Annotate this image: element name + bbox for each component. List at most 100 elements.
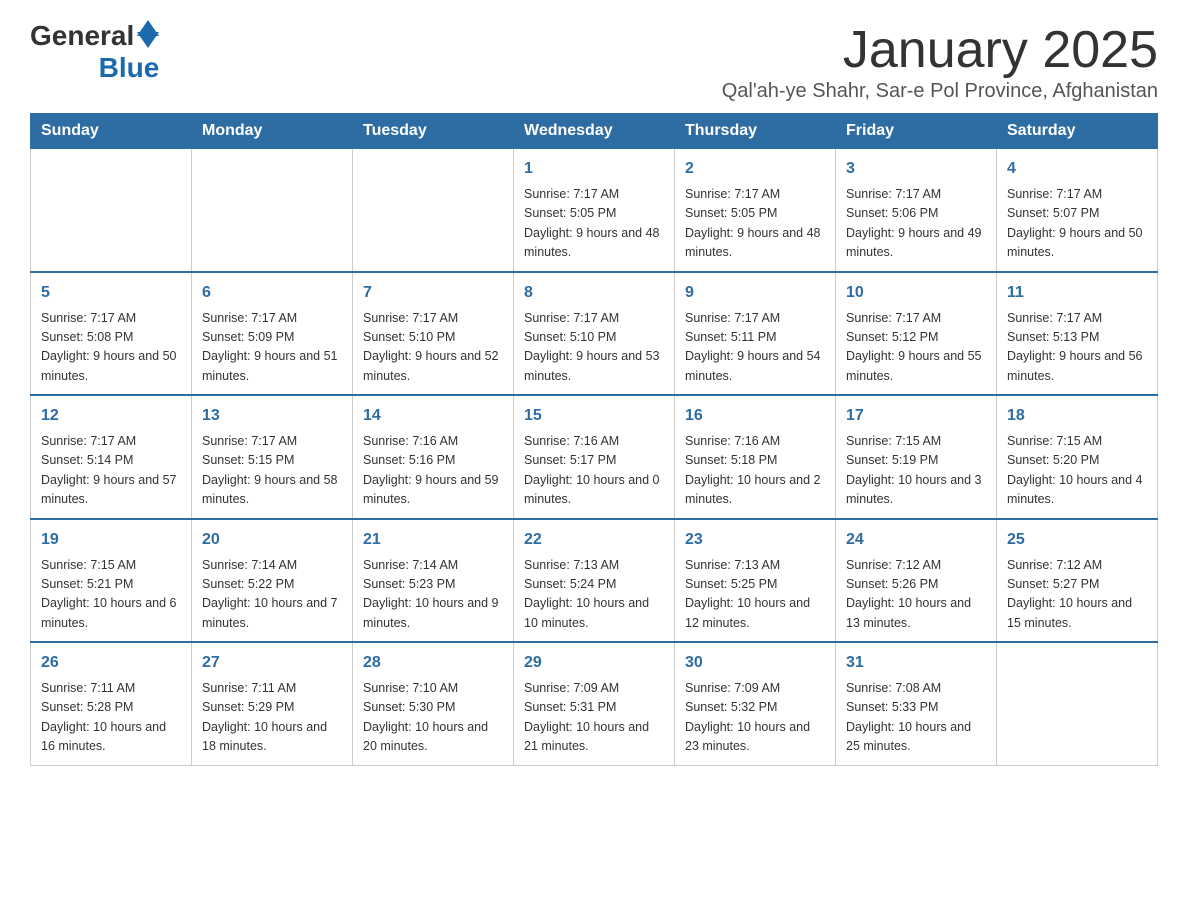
day-info: Sunrise: 7:15 AM Sunset: 5:20 PM Dayligh… bbox=[1007, 432, 1147, 510]
day-number: 30 bbox=[685, 651, 825, 675]
calendar-cell: 22 Sunrise: 7:13 AM Sunset: 5:24 PM Dayli… bbox=[514, 519, 675, 643]
day-number: 14 bbox=[363, 404, 503, 428]
day-info: Sunrise: 7:16 AM Sunset: 5:17 PM Dayligh… bbox=[524, 432, 664, 510]
calendar-cell: 4 Sunrise: 7:17 AM Sunset: 5:07 PM Daylig… bbox=[997, 149, 1158, 272]
day-info: Sunrise: 7:17 AM Sunset: 5:14 PM Dayligh… bbox=[41, 432, 181, 510]
weekday-header-monday: Monday bbox=[192, 114, 353, 149]
day-info: Sunrise: 7:17 AM Sunset: 5:07 PM Dayligh… bbox=[1007, 185, 1147, 263]
day-info: Sunrise: 7:17 AM Sunset: 5:10 PM Dayligh… bbox=[524, 309, 664, 387]
logo-general-text: General bbox=[30, 20, 134, 52]
logo-blue-text: Blue bbox=[99, 52, 160, 83]
day-number: 31 bbox=[846, 651, 986, 675]
calendar-cell: 23 Sunrise: 7:13 AM Sunset: 5:25 PM Dayli… bbox=[675, 519, 836, 643]
day-info: Sunrise: 7:16 AM Sunset: 5:18 PM Dayligh… bbox=[685, 432, 825, 510]
day-number: 15 bbox=[524, 404, 664, 428]
calendar-cell: 21 Sunrise: 7:14 AM Sunset: 5:23 PM Dayli… bbox=[353, 519, 514, 643]
day-info: Sunrise: 7:17 AM Sunset: 5:12 PM Dayligh… bbox=[846, 309, 986, 387]
day-info: Sunrise: 7:09 AM Sunset: 5:31 PM Dayligh… bbox=[524, 679, 664, 757]
calendar-cell bbox=[997, 642, 1158, 765]
weekday-header-wednesday: Wednesday bbox=[514, 114, 675, 149]
day-number: 12 bbox=[41, 404, 181, 428]
calendar-cell: 26Sunrise: 7:11 AM Sunset: 5:28 PM Dayli… bbox=[31, 642, 192, 765]
calendar-cell: 18 Sunrise: 7:15 AM Sunset: 5:20 PM Dayli… bbox=[997, 395, 1158, 519]
weekday-header-sunday: Sunday bbox=[31, 114, 192, 149]
page-header: General Blue January 2025 Qal'ah-ye Shah… bbox=[30, 20, 1158, 103]
location-title: Qal'ah-ye Shahr, Sar-e Pol Province, Afg… bbox=[722, 80, 1158, 103]
day-number: 24 bbox=[846, 528, 986, 552]
day-info: Sunrise: 7:17 AM Sunset: 5:11 PM Dayligh… bbox=[685, 309, 825, 387]
calendar-cell: 28 Sunrise: 7:10 AM Sunset: 5:30 PM Dayli… bbox=[353, 642, 514, 765]
calendar-cell: 30 Sunrise: 7:09 AM Sunset: 5:32 PM Dayli… bbox=[675, 642, 836, 765]
calendar-cell: 14 Sunrise: 7:16 AM Sunset: 5:16 PM Dayli… bbox=[353, 395, 514, 519]
calendar-cell: 1 Sunrise: 7:17 AM Sunset: 5:05 PM Daylig… bbox=[514, 149, 675, 272]
day-number: 25 bbox=[1007, 528, 1147, 552]
calendar-row-3: 19Sunrise: 7:15 AM Sunset: 5:21 PM Dayli… bbox=[31, 519, 1158, 643]
day-number: 28 bbox=[363, 651, 503, 675]
day-info: Sunrise: 7:12 AM Sunset: 5:26 PM Dayligh… bbox=[846, 556, 986, 634]
day-info: Sunrise: 7:14 AM Sunset: 5:23 PM Dayligh… bbox=[363, 556, 503, 634]
calendar-cell: 10Sunrise: 7:17 AM Sunset: 5:12 PM Dayli… bbox=[836, 272, 997, 396]
day-info: Sunrise: 7:15 AM Sunset: 5:19 PM Dayligh… bbox=[846, 432, 986, 510]
day-info: Sunrise: 7:17 AM Sunset: 5:13 PM Dayligh… bbox=[1007, 309, 1147, 387]
day-info: Sunrise: 7:17 AM Sunset: 5:09 PM Dayligh… bbox=[202, 309, 342, 387]
day-info: Sunrise: 7:13 AM Sunset: 5:24 PM Dayligh… bbox=[524, 556, 664, 634]
day-number: 21 bbox=[363, 528, 503, 552]
calendar-cell: 5 Sunrise: 7:17 AM Sunset: 5:08 PM Daylig… bbox=[31, 272, 192, 396]
day-number: 7 bbox=[363, 281, 503, 305]
day-info: Sunrise: 7:17 AM Sunset: 5:06 PM Dayligh… bbox=[846, 185, 986, 263]
day-number: 23 bbox=[685, 528, 825, 552]
day-number: 27 bbox=[202, 651, 342, 675]
calendar-cell: 2Sunrise: 7:17 AM Sunset: 5:05 PM Daylig… bbox=[675, 149, 836, 272]
day-info: Sunrise: 7:10 AM Sunset: 5:30 PM Dayligh… bbox=[363, 679, 503, 757]
calendar-cell: 6Sunrise: 7:17 AM Sunset: 5:09 PM Daylig… bbox=[192, 272, 353, 396]
weekday-header-friday: Friday bbox=[836, 114, 997, 149]
calendar-cell: 16 Sunrise: 7:16 AM Sunset: 5:18 PM Dayli… bbox=[675, 395, 836, 519]
calendar-cell: 27Sunrise: 7:11 AM Sunset: 5:29 PM Dayli… bbox=[192, 642, 353, 765]
weekday-header-tuesday: Tuesday bbox=[353, 114, 514, 149]
calendar-cell: 3 Sunrise: 7:17 AM Sunset: 5:06 PM Daylig… bbox=[836, 149, 997, 272]
day-number: 18 bbox=[1007, 404, 1147, 428]
day-number: 22 bbox=[524, 528, 664, 552]
calendar-cell: 29Sunrise: 7:09 AM Sunset: 5:31 PM Dayli… bbox=[514, 642, 675, 765]
calendar-cell bbox=[353, 149, 514, 272]
calendar-cell: 15 Sunrise: 7:16 AM Sunset: 5:17 PM Dayli… bbox=[514, 395, 675, 519]
day-number: 19 bbox=[41, 528, 181, 552]
day-info: Sunrise: 7:13 AM Sunset: 5:25 PM Dayligh… bbox=[685, 556, 825, 634]
day-info: Sunrise: 7:09 AM Sunset: 5:32 PM Dayligh… bbox=[685, 679, 825, 757]
calendar-table: SundayMondayTuesdayWednesdayThursdayFrid… bbox=[30, 113, 1158, 766]
weekday-header-saturday: Saturday bbox=[997, 114, 1158, 149]
day-info: Sunrise: 7:16 AM Sunset: 5:16 PM Dayligh… bbox=[363, 432, 503, 510]
calendar-cell: 31 Sunrise: 7:08 AM Sunset: 5:33 PM Dayli… bbox=[836, 642, 997, 765]
calendar-row-4: 26Sunrise: 7:11 AM Sunset: 5:28 PM Dayli… bbox=[31, 642, 1158, 765]
calendar-row-1: 5 Sunrise: 7:17 AM Sunset: 5:08 PM Daylig… bbox=[31, 272, 1158, 396]
calendar-row-0: 1 Sunrise: 7:17 AM Sunset: 5:05 PM Daylig… bbox=[31, 149, 1158, 272]
day-number: 2 bbox=[685, 157, 825, 181]
calendar-cell: 17 Sunrise: 7:15 AM Sunset: 5:19 PM Dayli… bbox=[836, 395, 997, 519]
day-number: 17 bbox=[846, 404, 986, 428]
day-number: 11 bbox=[1007, 281, 1147, 305]
day-number: 26 bbox=[41, 651, 181, 675]
day-info: Sunrise: 7:17 AM Sunset: 5:05 PM Dayligh… bbox=[524, 185, 664, 263]
day-number: 1 bbox=[524, 157, 664, 181]
day-number: 4 bbox=[1007, 157, 1147, 181]
calendar-cell: 12 Sunrise: 7:17 AM Sunset: 5:14 PM Dayli… bbox=[31, 395, 192, 519]
calendar-cell: 13Sunrise: 7:17 AM Sunset: 5:15 PM Dayli… bbox=[192, 395, 353, 519]
day-info: Sunrise: 7:12 AM Sunset: 5:27 PM Dayligh… bbox=[1007, 556, 1147, 634]
calendar-row-2: 12 Sunrise: 7:17 AM Sunset: 5:14 PM Dayli… bbox=[31, 395, 1158, 519]
calendar-cell: 7Sunrise: 7:17 AM Sunset: 5:10 PM Daylig… bbox=[353, 272, 514, 396]
day-number: 20 bbox=[202, 528, 342, 552]
calendar-cell: 24 Sunrise: 7:12 AM Sunset: 5:26 PM Dayli… bbox=[836, 519, 997, 643]
day-info: Sunrise: 7:08 AM Sunset: 5:33 PM Dayligh… bbox=[846, 679, 986, 757]
logo: General Blue bbox=[30, 20, 161, 84]
day-number: 16 bbox=[685, 404, 825, 428]
day-number: 5 bbox=[41, 281, 181, 305]
day-number: 8 bbox=[524, 281, 664, 305]
calendar-cell: 11 Sunrise: 7:17 AM Sunset: 5:13 PM Dayli… bbox=[997, 272, 1158, 396]
day-info: Sunrise: 7:17 AM Sunset: 5:08 PM Dayligh… bbox=[41, 309, 181, 387]
calendar-cell: 9Sunrise: 7:17 AM Sunset: 5:11 PM Daylig… bbox=[675, 272, 836, 396]
calendar-header-row: SundayMondayTuesdayWednesdayThursdayFrid… bbox=[31, 114, 1158, 149]
day-number: 3 bbox=[846, 157, 986, 181]
calendar-cell: 25 Sunrise: 7:12 AM Sunset: 5:27 PM Dayli… bbox=[997, 519, 1158, 643]
month-title: January 2025 bbox=[722, 20, 1158, 80]
title-block: January 2025 Qal'ah-ye Shahr, Sar-e Pol … bbox=[722, 20, 1158, 103]
